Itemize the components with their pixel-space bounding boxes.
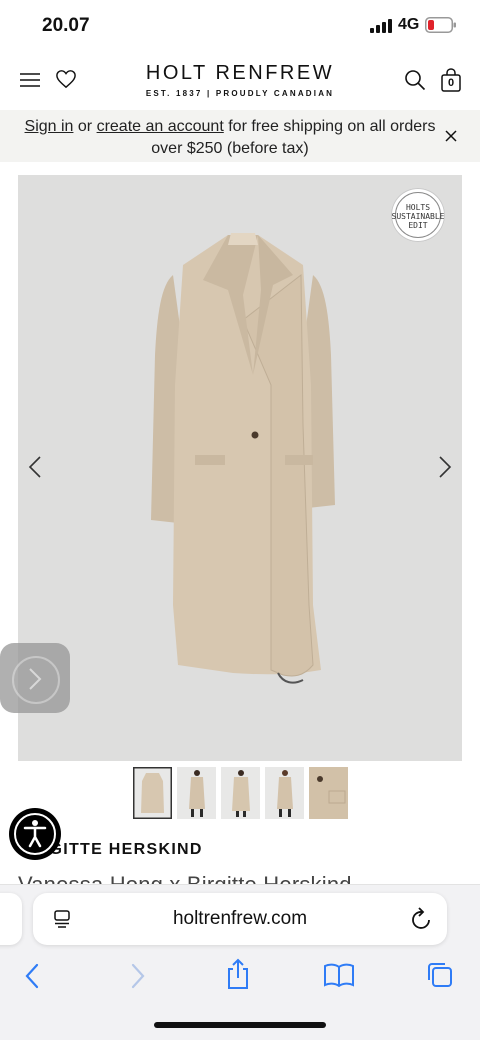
tabs-overview-icon[interactable] bbox=[426, 961, 454, 989]
product-image-coat bbox=[151, 233, 335, 684]
address-bar[interactable]: holtrenfrew.com bbox=[33, 893, 447, 945]
thumbnail-5[interactable] bbox=[309, 767, 348, 819]
sign-in-link[interactable]: Sign in bbox=[25, 118, 74, 135]
thumbnail-model-image bbox=[232, 770, 250, 817]
back-chevron-icon[interactable] bbox=[24, 963, 40, 989]
badge-line-2: SUSTAINABLE bbox=[391, 212, 445, 221]
thumbnail-4[interactable] bbox=[265, 767, 304, 819]
reload-icon[interactable] bbox=[411, 907, 433, 931]
thumbnail-3[interactable] bbox=[221, 767, 260, 819]
url-text: holtrenfrew.com bbox=[172, 908, 308, 929]
network-type: 4G bbox=[398, 16, 420, 33]
cellular-signal-icon bbox=[370, 19, 392, 33]
accessibility-person-icon bbox=[23, 820, 47, 848]
status-time: 20.07 bbox=[42, 15, 90, 36]
thumbnail-model-image bbox=[277, 770, 293, 817]
badge-line-3: EDIT bbox=[408, 221, 428, 230]
thumbnail-fabric-detail-image bbox=[309, 767, 348, 819]
bookmarks-book-icon[interactable] bbox=[323, 963, 355, 987]
share-icon[interactable] bbox=[225, 958, 251, 990]
banner-message: Sign in or create an account for free sh… bbox=[20, 116, 440, 160]
thumbnail-2[interactable] bbox=[177, 767, 216, 819]
create-account-link[interactable]: create an account bbox=[97, 118, 224, 135]
search-icon[interactable] bbox=[404, 69, 426, 91]
status-bar: 20.07 4G bbox=[0, 0, 480, 54]
next-image-chevron-icon[interactable] bbox=[438, 455, 452, 479]
bag-count: 0 bbox=[447, 77, 455, 89]
battery-low-icon bbox=[425, 17, 456, 33]
previous-tab-preview[interactable] bbox=[0, 893, 22, 945]
thumbnail-coat-front-image bbox=[141, 773, 164, 813]
shopping-bag-button[interactable]: 0 bbox=[440, 67, 462, 93]
shipping-banner: Sign in or create an account for free sh… bbox=[0, 110, 480, 162]
browser-toolbar: holtrenfrew.com bbox=[0, 884, 480, 1040]
thumbnail-1[interactable] bbox=[133, 767, 172, 819]
badge-line-1: HOLTS bbox=[405, 203, 431, 212]
previous-image-chevron-icon[interactable] bbox=[28, 455, 42, 479]
accessibility-button[interactable] bbox=[9, 808, 61, 860]
site-header: HOLT RENFREW EST. 1837 | PROUDLY CANADIA… bbox=[0, 54, 480, 111]
banner-or: or bbox=[73, 118, 97, 135]
thumbnail-model-image bbox=[189, 770, 205, 817]
chevron-right-icon bbox=[29, 668, 42, 690]
home-indicator bbox=[154, 1022, 326, 1028]
holts-sustainable-edit-badge: HOLTS SUSTAINABLE EDIT bbox=[391, 188, 445, 242]
floating-next-button[interactable] bbox=[0, 643, 70, 713]
close-icon[interactable] bbox=[445, 130, 457, 142]
product-image-gallery[interactable]: HOLTS SUSTAINABLE EDIT bbox=[18, 175, 462, 761]
forward-chevron-icon[interactable] bbox=[130, 963, 146, 989]
